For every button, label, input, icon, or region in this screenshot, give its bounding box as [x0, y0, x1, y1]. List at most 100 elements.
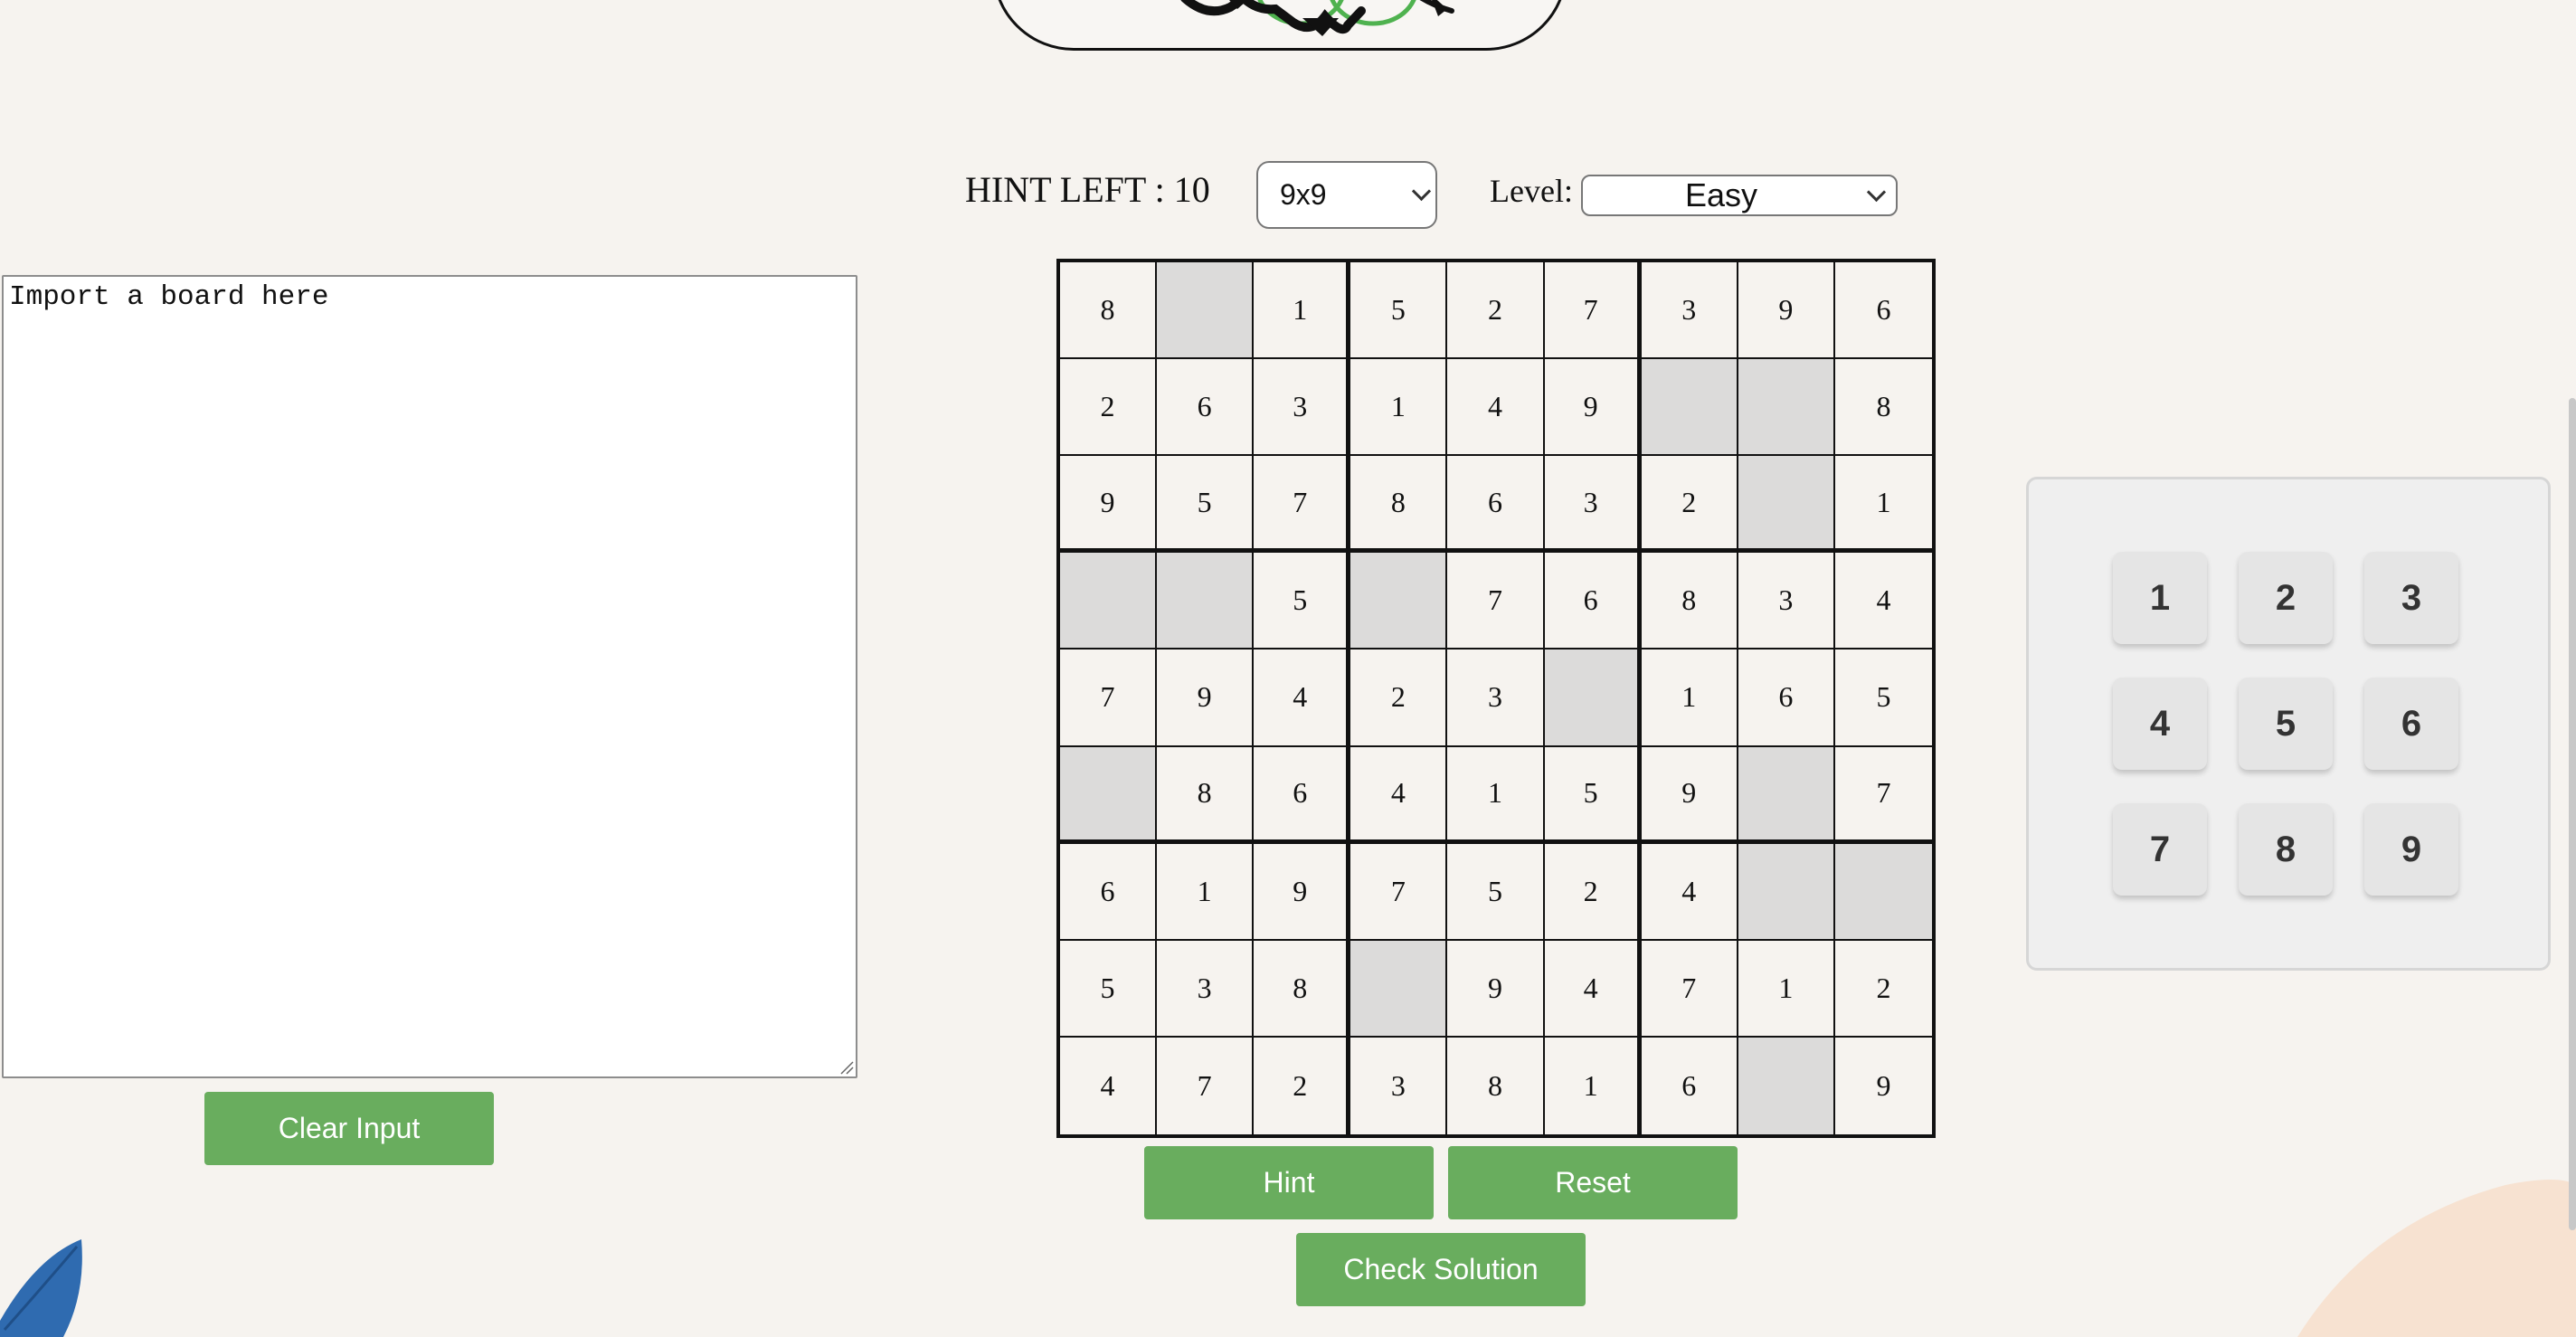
- sudoku-cell-empty[interactable]: [1738, 359, 1835, 457]
- sudoku-cell[interactable]: 4: [1060, 1037, 1158, 1134]
- sudoku-cell[interactable]: 5: [1350, 262, 1448, 360]
- sudoku-cell[interactable]: 2: [1254, 1037, 1351, 1134]
- reset-button[interactable]: Reset: [1448, 1146, 1738, 1219]
- resize-handle-icon[interactable]: [839, 1060, 854, 1075]
- clear-input-button[interactable]: Clear Input: [204, 1092, 494, 1165]
- sudoku-cell[interactable]: 5: [1060, 940, 1158, 1038]
- sudoku-cell-empty[interactable]: [1060, 553, 1158, 650]
- sudoku-cell[interactable]: 2: [1447, 262, 1545, 360]
- sudoku-cell[interactable]: 2: [1834, 940, 1932, 1038]
- sudoku-cell[interactable]: 8: [1350, 456, 1448, 554]
- sudoku-cell[interactable]: 7: [1447, 553, 1545, 650]
- sudoku-cell[interactable]: 4: [1544, 940, 1642, 1038]
- numpad-key[interactable]: 8: [2239, 803, 2333, 896]
- numpad-key[interactable]: 7: [2113, 803, 2207, 896]
- sudoku-cell[interactable]: 5: [1544, 746, 1642, 844]
- numpad-key[interactable]: 1: [2113, 552, 2207, 644]
- sudoku-cell[interactable]: 7: [1641, 940, 1738, 1038]
- board-size-select[interactable]: 9x9: [1256, 161, 1437, 229]
- sudoku-cell[interactable]: 3: [1254, 359, 1351, 457]
- numpad-key[interactable]: 5: [2239, 678, 2333, 770]
- sudoku-cell[interactable]: 3: [1447, 650, 1545, 747]
- sudoku-cell[interactable]: 8: [1641, 553, 1738, 650]
- sudoku-cell[interactable]: 2: [1060, 359, 1158, 457]
- sudoku-cell[interactable]: 2: [1350, 650, 1448, 747]
- sudoku-cell[interactable]: 3: [1544, 456, 1642, 554]
- sudoku-cell[interactable]: 3: [1641, 262, 1738, 360]
- sudoku-cell[interactable]: 7: [1060, 650, 1158, 747]
- numpad-key[interactable]: 4: [2113, 678, 2207, 770]
- sudoku-cell[interactable]: 5: [1254, 553, 1351, 650]
- sudoku-cell[interactable]: 9: [1157, 650, 1255, 747]
- check-solution-button[interactable]: Check Solution: [1296, 1233, 1586, 1306]
- sudoku-cell[interactable]: 6: [1834, 262, 1932, 360]
- sudoku-cell[interactable]: 7: [1157, 1037, 1255, 1134]
- sudoku-cell[interactable]: 9: [1254, 843, 1351, 941]
- sudoku-cell-empty[interactable]: [1544, 650, 1642, 747]
- sudoku-cell[interactable]: 8: [1060, 262, 1158, 360]
- sudoku-cell[interactable]: 1: [1834, 456, 1932, 554]
- sudoku-cell[interactable]: 1: [1350, 359, 1448, 457]
- hint-button[interactable]: Hint: [1144, 1146, 1434, 1219]
- sudoku-cell[interactable]: 6: [1544, 553, 1642, 650]
- sudoku-cell[interactable]: 6: [1254, 746, 1351, 844]
- sudoku-cell[interactable]: 7: [1350, 843, 1448, 941]
- sudoku-cell[interactable]: 1: [1157, 843, 1255, 941]
- sudoku-cell[interactable]: 6: [1738, 650, 1835, 747]
- sudoku-cell-empty[interactable]: [1060, 746, 1158, 844]
- sudoku-cell[interactable]: 5: [1834, 650, 1932, 747]
- numpad-key[interactable]: 6: [2364, 678, 2458, 770]
- level-select[interactable]: Easy: [1581, 175, 1898, 216]
- sudoku-cell-empty[interactable]: [1738, 746, 1835, 844]
- sudoku-cell[interactable]: 6: [1641, 1037, 1738, 1134]
- sudoku-cell[interactable]: 8: [1157, 746, 1255, 844]
- sudoku-cell[interactable]: 7: [1834, 746, 1932, 844]
- sudoku-cell[interactable]: 2: [1641, 456, 1738, 554]
- sudoku-cell-empty[interactable]: [1738, 1037, 1835, 1134]
- sudoku-cell[interactable]: 3: [1738, 553, 1835, 650]
- sudoku-cell[interactable]: 9: [1834, 1037, 1932, 1134]
- sudoku-cell[interactable]: 7: [1254, 456, 1351, 554]
- sudoku-cell[interactable]: 4: [1350, 746, 1448, 844]
- sudoku-cell[interactable]: 4: [1254, 650, 1351, 747]
- sudoku-cell[interactable]: 3: [1157, 940, 1255, 1038]
- sudoku-cell-empty[interactable]: [1350, 940, 1448, 1038]
- sudoku-cell[interactable]: 1: [1254, 262, 1351, 360]
- sudoku-cell[interactable]: 6: [1157, 359, 1255, 457]
- sudoku-cell[interactable]: 7: [1544, 262, 1642, 360]
- sudoku-cell[interactable]: 5: [1157, 456, 1255, 554]
- sudoku-cell-empty[interactable]: [1641, 359, 1738, 457]
- sudoku-cell[interactable]: 8: [1447, 1037, 1545, 1134]
- sudoku-cell[interactable]: 1: [1641, 650, 1738, 747]
- sudoku-cell[interactable]: 2: [1544, 843, 1642, 941]
- sudoku-cell[interactable]: 5: [1447, 843, 1545, 941]
- sudoku-cell[interactable]: 6: [1447, 456, 1545, 554]
- sudoku-cell[interactable]: 1: [1447, 746, 1545, 844]
- sudoku-cell[interactable]: 4: [1641, 843, 1738, 941]
- sudoku-cell-empty[interactable]: [1157, 262, 1255, 360]
- sudoku-cell-empty[interactable]: [1738, 456, 1835, 554]
- sudoku-cell[interactable]: 1: [1544, 1037, 1642, 1134]
- numpad-key[interactable]: 2: [2239, 552, 2333, 644]
- page-scrollbar[interactable]: [2569, 398, 2576, 1230]
- sudoku-cell-empty[interactable]: [1157, 553, 1255, 650]
- numpad-key[interactable]: 3: [2364, 552, 2458, 644]
- sudoku-cell[interactable]: 9: [1447, 940, 1545, 1038]
- sudoku-cell[interactable]: 4: [1447, 359, 1545, 457]
- sudoku-cell[interactable]: 9: [1060, 456, 1158, 554]
- sudoku-cell-empty[interactable]: [1350, 553, 1448, 650]
- sudoku-cell[interactable]: 8: [1254, 940, 1351, 1038]
- numpad-key[interactable]: 9: [2364, 803, 2458, 896]
- level-value: Easy: [1684, 176, 1758, 213]
- import-board-textarea[interactable]: Import a board here: [2, 275, 857, 1078]
- sudoku-cell[interactable]: 9: [1544, 359, 1642, 457]
- sudoku-cell[interactable]: 9: [1641, 746, 1738, 844]
- sudoku-cell[interactable]: 8: [1834, 359, 1932, 457]
- sudoku-cell-empty[interactable]: [1834, 843, 1932, 941]
- sudoku-cell-empty[interactable]: [1738, 843, 1835, 941]
- sudoku-cell[interactable]: 6: [1060, 843, 1158, 941]
- sudoku-cell[interactable]: 4: [1834, 553, 1932, 650]
- sudoku-cell[interactable]: 9: [1738, 262, 1835, 360]
- sudoku-cell[interactable]: 3: [1350, 1037, 1448, 1134]
- sudoku-cell[interactable]: 1: [1738, 940, 1835, 1038]
